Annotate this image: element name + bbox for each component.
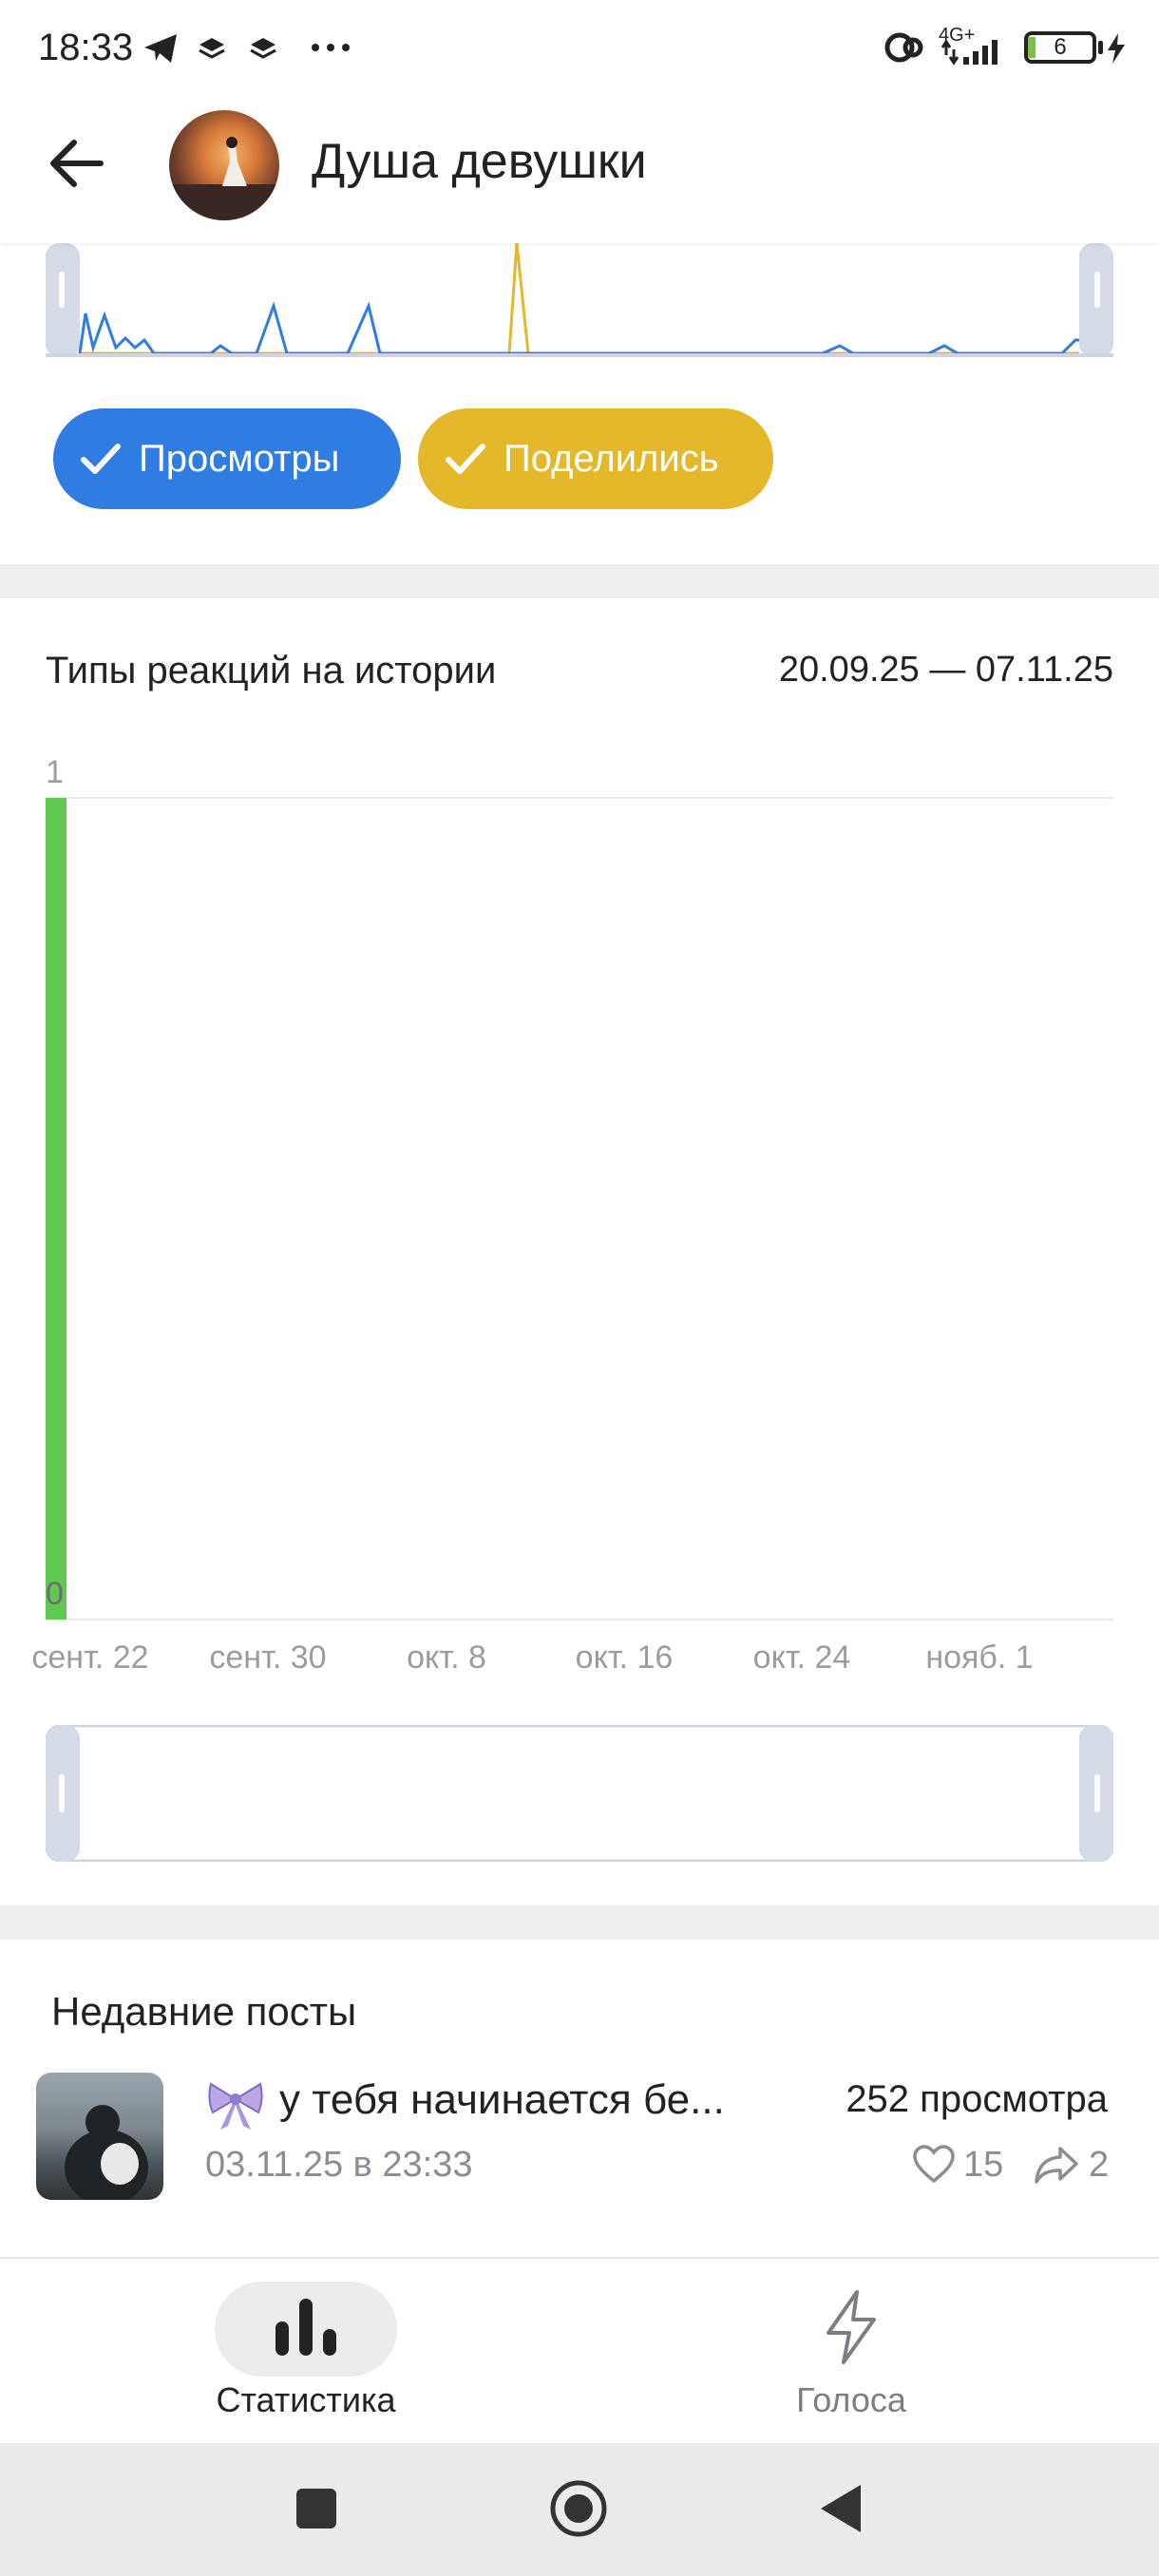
x-tick-label: окт. 16 <box>576 1639 674 1676</box>
avatar[interactable] <box>169 110 279 220</box>
views-toggle-label: Просмотры <box>139 437 340 480</box>
post-thumbnail[interactable] <box>36 2073 163 2200</box>
tab-statistics-label[interactable]: Статистика <box>171 2380 441 2420</box>
post-likes: 15 <box>963 2145 1004 2185</box>
x-tick-label: окт. 8 <box>407 1639 486 1676</box>
shared-toggle[interactable]: Поделились <box>418 408 773 509</box>
date-range[interactable]: 20.09.25 — 07.11.25 <box>779 650 1113 691</box>
more-dots-icon <box>312 44 350 51</box>
check-icon <box>446 444 485 474</box>
telegram-icon <box>144 34 177 63</box>
x-tick-label: нояб. 1 <box>925 1639 1033 1676</box>
arrow-left-icon[interactable] <box>44 135 112 192</box>
x-tick-label: окт. 24 <box>753 1639 851 1676</box>
layers-icon <box>199 38 225 59</box>
y-tick-label: 0 <box>46 1576 64 1612</box>
reactions-title: Типы реакций на истории <box>46 650 497 691</box>
post-views: 252 просмотра <box>846 2078 1108 2120</box>
y-tick-label: 1 <box>46 754 64 790</box>
recents-square-icon[interactable] <box>294 2487 338 2530</box>
section-divider <box>0 1905 1159 1940</box>
layers-icon <box>250 38 276 59</box>
post-text[interactable]: у тебя начинается бе... <box>279 2076 773 2124</box>
bar-chart-icon <box>276 2299 336 2356</box>
signal-icon <box>940 39 998 66</box>
charging-icon <box>1108 33 1125 64</box>
section-divider <box>0 564 1159 598</box>
post-image <box>65 2105 148 2200</box>
shared-toggle-label: Поделились <box>504 437 719 480</box>
page-title: Душа девушки <box>312 134 647 189</box>
bow-emoji-icon <box>208 2082 263 2130</box>
views-toggle[interactable]: Просмотры <box>53 408 401 509</box>
reactions-chart-navigator[interactable] <box>46 1725 1113 1862</box>
share-arrow-icon <box>1035 2147 1078 2184</box>
post-shares: 2 <box>1089 2145 1110 2185</box>
tab-votes-label[interactable]: Голоса <box>722 2380 980 2420</box>
check-icon <box>81 444 121 474</box>
back-triangle-icon[interactable] <box>819 2483 863 2534</box>
avatar-figure <box>169 137 279 220</box>
reactions-chart: 1 0 сент. 22 сент. 30 окт. 8 окт. 16 окт. 24 но… <box>31 754 1113 1676</box>
top-chart-navigator[interactable] <box>46 243 1113 357</box>
post-date: 03.11.25 в 23:33 <box>205 2145 473 2185</box>
battery-percent: 6 <box>1054 34 1067 60</box>
recent-posts-title: Недавние посты <box>51 1989 357 2034</box>
home-circle-icon[interactable] <box>549 2479 608 2538</box>
lightning-icon[interactable] <box>821 2289 882 2365</box>
x-tick-label: сент. 30 <box>209 1639 326 1676</box>
link-icon <box>884 32 923 63</box>
x-tick-label: сент. 22 <box>31 1639 148 1676</box>
battery-tip <box>1098 41 1103 54</box>
heart-icon <box>913 2145 955 2184</box>
chart-bar <box>46 798 66 1619</box>
status-time: 18:33 <box>38 27 134 68</box>
